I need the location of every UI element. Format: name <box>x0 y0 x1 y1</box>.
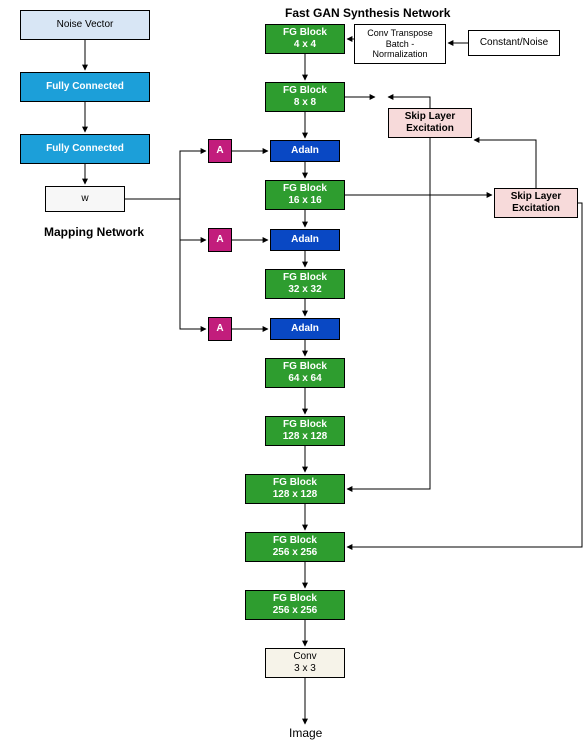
a1-text: A <box>216 145 223 157</box>
fg-block-4: FG Block4 x 4 <box>265 24 345 54</box>
sle2-t: Skip Layer <box>511 191 562 203</box>
fg-128a-s: 128 x 128 <box>283 431 328 443</box>
const-text: Constant/Noise <box>480 37 548 49</box>
fg-64-s: 64 x 64 <box>288 373 321 385</box>
conv-s: 3 x 3 <box>294 663 316 675</box>
fg-block-16: FG Block16 x 16 <box>265 180 345 210</box>
fg-32-t: FG Block <box>283 272 327 284</box>
fg-detail-text: Conv Transpose Batch - Normalization <box>367 28 433 60</box>
fg-128b-s: 128 x 128 <box>273 489 318 501</box>
fully-connected-2: Fully Connected <box>20 134 150 164</box>
a2-text: A <box>216 234 223 246</box>
skip-layer-2: Skip LayerExcitation <box>494 188 578 218</box>
adain-2: AdaIn <box>270 229 340 251</box>
fg-8-s: 8 x 8 <box>294 97 316 109</box>
fg-4-s: 4 x 4 <box>294 39 316 51</box>
adain-1: AdaIn <box>270 140 340 162</box>
fg-block-64: FG Block64 x 64 <box>265 358 345 388</box>
fg-block-32: FG Block32 x 32 <box>265 269 345 299</box>
skip-layer-1: Skip LayerExcitation <box>388 108 472 138</box>
adain1-text: AdaIn <box>291 145 319 157</box>
fg-128a-t: FG Block <box>283 419 327 431</box>
fg-block-8: FG Block8 x 8 <box>265 82 345 112</box>
fg-256b-t: FG Block <box>273 593 317 605</box>
a-block-2: A <box>208 228 232 252</box>
diagram-canvas: Fast GAN Synthesis Network Mapping Netwo… <box>0 0 586 742</box>
sle1-t: Skip Layer <box>405 111 456 123</box>
fg-detail-box: Conv Transpose Batch - Normalization <box>354 24 446 64</box>
w-text: w <box>81 193 88 205</box>
title-main: Fast GAN Synthesis Network <box>285 6 450 20</box>
fg-16-t: FG Block <box>283 183 327 195</box>
a-block-1: A <box>208 139 232 163</box>
a3-text: A <box>216 323 223 335</box>
fg-4-t: FG Block <box>283 27 327 39</box>
label-image: Image <box>289 726 322 740</box>
conv-t: Conv <box>293 651 316 663</box>
fg-block-256a: FG Block256 x 256 <box>245 532 345 562</box>
fg-block-128b: FG Block128 x 128 <box>245 474 345 504</box>
w-block: w <box>45 186 125 212</box>
fg-256a-s: 256 x 256 <box>273 547 318 559</box>
noise-vector-text: Noise Vector <box>57 19 114 31</box>
fully-connected-1: Fully Connected <box>20 72 150 102</box>
fg-256b-s: 256 x 256 <box>273 605 318 617</box>
fc1-text: Fully Connected <box>46 81 124 93</box>
noise-vector: Noise Vector <box>20 10 150 40</box>
adain2-text: AdaIn <box>291 234 319 246</box>
fc2-text: Fully Connected <box>46 143 124 155</box>
adain3-text: AdaIn <box>291 323 319 335</box>
a-block-3: A <box>208 317 232 341</box>
sle2-s: Excitation <box>512 203 560 215</box>
fg-16-s: 16 x 16 <box>288 195 321 207</box>
fg-block-256b: FG Block256 x 256 <box>245 590 345 620</box>
title-mapping: Mapping Network <box>44 225 144 239</box>
fg-8-t: FG Block <box>283 85 327 97</box>
sle1-s: Excitation <box>406 123 454 135</box>
fg-32-s: 32 x 32 <box>288 284 321 296</box>
adain-3: AdaIn <box>270 318 340 340</box>
conv-3x3: Conv3 x 3 <box>265 648 345 678</box>
fg-block-128a: FG Block128 x 128 <box>265 416 345 446</box>
fg-128b-t: FG Block <box>273 477 317 489</box>
fg-64-t: FG Block <box>283 361 327 373</box>
constant-noise: Constant/Noise <box>468 30 560 56</box>
fg-256a-t: FG Block <box>273 535 317 547</box>
